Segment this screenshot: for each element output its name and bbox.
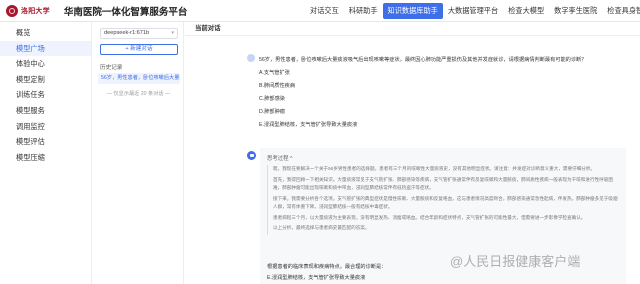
history-item[interactable]: 56岁，男性患者，卧位咳嗽后大量… — [98, 73, 180, 84]
think-toggle[interactable]: 思考过程 ^ — [267, 154, 293, 162]
watermark-text: @人民日报健康客户端 — [450, 254, 581, 269]
menu-item-model-square[interactable]: 模型广场 — [0, 40, 91, 57]
user-question: 56岁，男性患者，卧位咳嗽后大量痰液吸气后出现咳嗽等症状，最终因心肺功能严重损伤… — [259, 54, 619, 132]
menu-item-overview[interactable]: 概览 — [0, 25, 91, 41]
history-panel: deepseek-r1:671b ▾ + 新建对话 历史记录 56岁，男性患者，… — [93, 22, 184, 284]
nav-item-embodied[interactable]: 检查具身智能 — [602, 3, 640, 19]
logo-text: 洛阳大学 — [21, 5, 50, 15]
chat-header-title: 当前对话 — [185, 22, 640, 36]
top-nav: 对话交互 科研助手 知识数据库助手 大数据管理平台 检查大模型 数字孪生医院 检… — [305, 0, 640, 22]
top-bar: 洛阳大学 华南医院一体化智算服务平台 对话交互 科研助手 知识数据库助手 大数据… — [0, 0, 640, 22]
model-select-value: deepseek-r1:671b — [104, 30, 150, 36]
question-option-d: D.肺部肿瘤 — [259, 109, 285, 115]
menu-item-training[interactable]: 训练任务 — [0, 87, 91, 103]
think-block: 嗯，我现在要解决一个关于56岁男性患者的选择题。患者有三个月的咳嗽性大量痰液史，… — [267, 165, 619, 236]
question-stem: 56岁，男性患者，卧位咳嗽后大量痰液吸气后出现咳嗽等症状，最终因心肺功能严重损伤… — [259, 57, 587, 63]
question-option-a: A.支气管扩张 — [259, 70, 290, 76]
final-answer-intro: 根据患者的临床表现和疾病特点，最合理的诊断是： — [267, 264, 387, 270]
history-section-label: 历史记录 — [100, 65, 123, 71]
menu-item-compress[interactable]: 模型压缩 — [0, 150, 91, 166]
university-logo: 洛阳大学 — [6, 4, 50, 17]
chevron-down-icon: ▾ — [171, 30, 174, 36]
nav-item-inspection-model[interactable]: 检查大模型 — [503, 3, 549, 19]
question-option-c: C.肺部感染 — [259, 96, 285, 102]
history-note: — 仅显示最近 20 条对话 — — [106, 91, 171, 97]
think-paragraph: 接下来，我需要分析各个选项。支气管扩张的典型症状是慢性咳嗽、大量脓痰和反复咯血，… — [273, 195, 618, 209]
final-answer: E.浸润型肺结核，支气管扩张导致大量痰液 — [267, 275, 366, 281]
think-paragraph: 以上分析，最终选择与患者病史最匹配的答案。 — [273, 225, 370, 231]
model-select[interactable]: deepseek-r1:671b ▾ — [100, 28, 178, 39]
seal-icon — [6, 4, 18, 17]
nav-item-knowledge[interactable]: 知识数据库助手 — [382, 3, 443, 19]
left-menu: 概览 模型广场 体验中心 模型定制 训练任务 模型服务 调用监控 模型评估 模型… — [0, 22, 92, 284]
nav-item-research[interactable]: 科研助手 — [344, 3, 383, 19]
watermark: @人民日报健康客户端 — [450, 251, 580, 270]
assistant-avatar-icon — [247, 151, 256, 160]
question-option-b: B.肺间质性疾病 — [259, 83, 296, 89]
question-option-e: E.浸润型肺结核，支气管扩张导致大量痰液 — [259, 122, 358, 128]
user-avatar — [247, 54, 255, 62]
think-paragraph: 首先，我得回顾一下相关知识。大量痰液常见于支气管扩张、肺部感染等疾病，支气管扩张… — [273, 176, 613, 190]
chat-main: 当前对话 56岁，男性患者，卧位咳嗽后大量痰液吸气后出现咳嗽等症状，最终因心肺功… — [185, 22, 640, 284]
new-chat-button[interactable]: + 新建对话 — [100, 44, 178, 55]
nav-item-digital-twin[interactable]: 数字孪生医院 — [549, 3, 602, 19]
platform-title: 华南医院一体化智算服务平台 — [63, 6, 188, 18]
menu-item-service[interactable]: 模型服务 — [0, 103, 91, 119]
nav-item-bigdata[interactable]: 大数据管理平台 — [443, 3, 503, 19]
nav-item-dialog[interactable]: 对话交互 — [305, 3, 344, 19]
menu-item-monitor[interactable]: 调用监控 — [0, 119, 91, 135]
menu-item-customize[interactable]: 模型定制 — [0, 72, 91, 88]
app-root: 洛阳大学 华南医院一体化智算服务平台 对话交互 科研助手 知识数据库助手 大数据… — [0, 0, 640, 284]
menu-item-experience[interactable]: 体验中心 — [0, 56, 91, 72]
think-paragraph: 患者病程三个月，以大量痰液为主要表现，没有明显发热、消瘦或咯血。结合年龄和症状特… — [273, 214, 586, 220]
think-paragraph: 嗯，我现在要解决一个关于56岁男性患者的选择题。患者有三个月的咳嗽性大量痰液史，… — [273, 166, 596, 171]
menu-item-evaluate[interactable]: 模型评估 — [0, 134, 91, 150]
